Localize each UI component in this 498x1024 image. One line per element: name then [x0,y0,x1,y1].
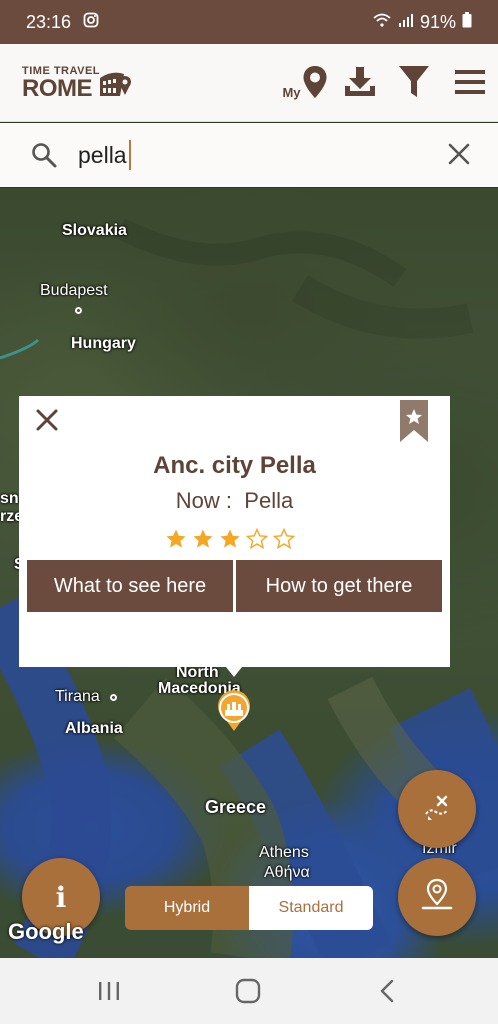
star-empty-icon [245,527,269,554]
bookmark-star-icon[interactable] [400,400,428,447]
now-value: Pella [244,488,294,513]
star-filled-icon [192,528,214,554]
download-button[interactable] [340,62,380,106]
search-bar [0,123,498,187]
system-nav-bar [0,958,498,1024]
logo-bottom-text: ROME [22,75,93,102]
map-label-slovakia: Slovakia [62,222,127,239]
recent-apps-icon[interactable] [94,978,124,1004]
place-info-popup: Anc. city Pella Now : Pella What to see … [19,396,450,667]
app-header: TIME TRAVEL ROME My [0,44,498,122]
popup-actions: What to see here How to get there [27,560,442,612]
map-label-greece: Greece [205,797,267,817]
search-icon [30,141,58,174]
menu-icon [455,68,485,101]
map-label-budapest: Budapest [40,282,108,299]
info-icon: i [55,880,67,914]
map-label-albania: Albania [65,720,123,737]
map-label-hungary: Hungary [71,335,136,352]
signal-icon [398,12,414,33]
map-label-tirana: Tirana [55,688,100,705]
treasure-map-icon [422,792,452,827]
rating-stars [165,527,296,554]
my-places-button[interactable]: My [281,62,329,106]
star-filled-icon [165,528,187,554]
filter-icon [398,64,430,105]
treasure-map-button[interactable] [398,770,476,848]
download-icon [343,66,377,103]
text-cursor [129,140,131,170]
poi-marker-pella[interactable] [216,690,252,737]
google-attribution: Google [8,919,84,944]
close-icon[interactable] [35,408,59,432]
status-time: 23:16 [26,11,72,32]
status-bar: 23:16 91% [0,0,498,44]
what-to-see-button[interactable]: What to see here [27,560,233,612]
now-label: Now : [175,488,233,513]
menu-button[interactable] [450,62,490,106]
map-label-edge-sn: sn [0,490,19,507]
location-pin-icon [420,878,454,917]
city-dot-tirana [110,694,117,701]
battery-percent: 91% [419,11,456,32]
home-icon[interactable] [233,978,263,1004]
map-type-toggle: Hybrid Standard [125,886,373,930]
app-screen: 23:16 91% TIME TRAVEL ROME My pella Slov… [0,0,498,1024]
filter-button[interactable] [394,62,434,106]
app-logo[interactable]: TIME TRAVEL ROME [22,66,131,102]
map-label-athens-greek: Αθήνα [264,864,310,881]
locate-me-button[interactable] [398,858,476,936]
map-label-athens: Athens [259,844,309,861]
star-empty-icon [272,527,296,554]
hybrid-option[interactable]: Hybrid [125,886,249,930]
how-to-get-there-button[interactable]: How to get there [236,560,442,612]
city-dot-budapest [75,307,82,314]
clear-icon[interactable] [446,141,474,169]
back-icon[interactable] [373,978,403,1004]
standard-option[interactable]: Standard [249,886,373,930]
place-now-name: Now : Pella [19,488,450,514]
star-filled-icon [219,528,241,554]
wifi-icon [372,12,392,33]
logo-colosseum-icon [98,68,132,104]
my-location-pin-icon [302,65,328,104]
popup-pointer [226,667,242,677]
my-label: My [282,84,301,100]
instagram-icon [83,12,99,33]
place-title: Anc. city Pella [153,452,316,479]
battery-icon [462,11,472,33]
